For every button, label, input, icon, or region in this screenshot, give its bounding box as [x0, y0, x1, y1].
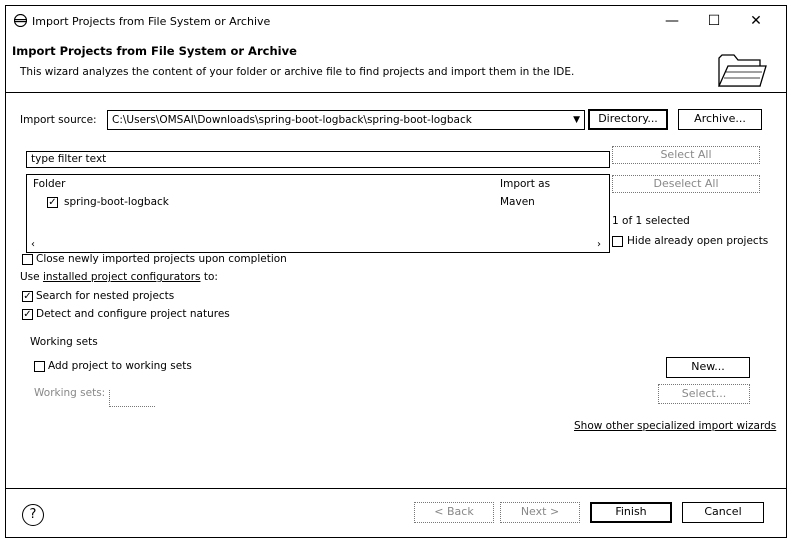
- footer-separator: [6, 488, 786, 489]
- row-folder: spring-boot-logback: [64, 196, 169, 208]
- configurators-line: Use installed project configurators to:: [20, 271, 218, 283]
- add-working-sets-checkbox[interactable]: [34, 361, 45, 372]
- search-nested-label[interactable]: Search for nested projects: [36, 290, 174, 302]
- configurators-suffix: to:: [200, 271, 218, 283]
- row-import-as: Maven: [500, 196, 535, 208]
- deselect-all-button[interactable]: Deselect All: [612, 175, 760, 193]
- import-source-label: Import source:: [20, 114, 97, 126]
- selection-count: 1 of 1 selected: [612, 215, 690, 227]
- select-working-set-button[interactable]: Select...: [658, 384, 750, 404]
- import-dialog: Import Projects from File System or Arch…: [5, 5, 787, 538]
- finish-button[interactable]: Finish: [590, 502, 672, 523]
- column-header-folder[interactable]: Folder: [33, 178, 65, 190]
- row-checkbox[interactable]: ✓: [47, 197, 58, 208]
- new-working-set-button[interactable]: New...: [666, 357, 750, 378]
- wizard-description: This wizard analyzes the content of your…: [20, 66, 575, 78]
- column-header-import-as[interactable]: Import as: [500, 178, 550, 190]
- configurators-prefix: Use: [20, 271, 43, 283]
- help-icon[interactable]: ?: [22, 504, 44, 526]
- cancel-button[interactable]: Cancel: [682, 502, 764, 523]
- minimize-button[interactable]: —: [662, 14, 682, 28]
- working-sets-field: [109, 390, 155, 407]
- title-bar: Import Projects from File System or Arch…: [6, 6, 786, 36]
- close-imported-checkbox[interactable]: [22, 254, 33, 265]
- scroll-right-icon[interactable]: ›: [597, 239, 601, 250]
- hide-open-checkbox[interactable]: [612, 236, 623, 247]
- next-button[interactable]: Next >: [500, 502, 580, 523]
- scroll-left-icon[interactable]: ‹: [31, 239, 35, 250]
- other-wizards-link[interactable]: Show other specialized import wizards: [574, 420, 776, 432]
- chevron-down-icon[interactable]: ▼: [573, 111, 580, 129]
- working-sets-group-label: Working sets: [30, 336, 98, 348]
- search-nested-checkbox[interactable]: ✓: [22, 291, 33, 302]
- directory-button[interactable]: Directory...: [588, 109, 668, 130]
- configurators-link[interactable]: installed project configurators: [43, 271, 201, 283]
- close-button[interactable]: ✕: [746, 14, 766, 28]
- filter-input[interactable]: type filter text: [26, 151, 610, 168]
- working-sets-label: Working sets:: [34, 387, 106, 399]
- maximize-button[interactable]: ☐: [704, 14, 724, 28]
- hide-open-label[interactable]: Hide already open projects: [627, 235, 768, 247]
- eclipse-icon: [14, 14, 27, 27]
- archive-button[interactable]: Archive...: [678, 109, 762, 130]
- header-separator: [6, 92, 786, 93]
- import-source-combo[interactable]: C:\Users\OMSAI\Downloads\spring-boot-log…: [107, 110, 585, 130]
- import-source-value: C:\Users\OMSAI\Downloads\spring-boot-log…: [112, 114, 472, 126]
- add-working-sets-label[interactable]: Add project to working sets: [48, 360, 192, 372]
- projects-table[interactable]: Folder Import as ✓ spring-boot-logback M…: [26, 174, 610, 253]
- detect-natures-checkbox[interactable]: ✓: [22, 309, 33, 320]
- close-imported-label[interactable]: Close newly imported projects upon compl…: [36, 253, 287, 265]
- wizard-title: Import Projects from File System or Arch…: [12, 44, 297, 58]
- window-title: Import Projects from File System or Arch…: [32, 15, 271, 28]
- back-button[interactable]: < Back: [414, 502, 494, 523]
- table-row[interactable]: ✓ spring-boot-logback Maven: [27, 194, 609, 212]
- folder-icon: [717, 54, 767, 87]
- select-all-button[interactable]: Select All: [612, 146, 760, 164]
- detect-natures-label[interactable]: Detect and configure project natures: [36, 308, 230, 320]
